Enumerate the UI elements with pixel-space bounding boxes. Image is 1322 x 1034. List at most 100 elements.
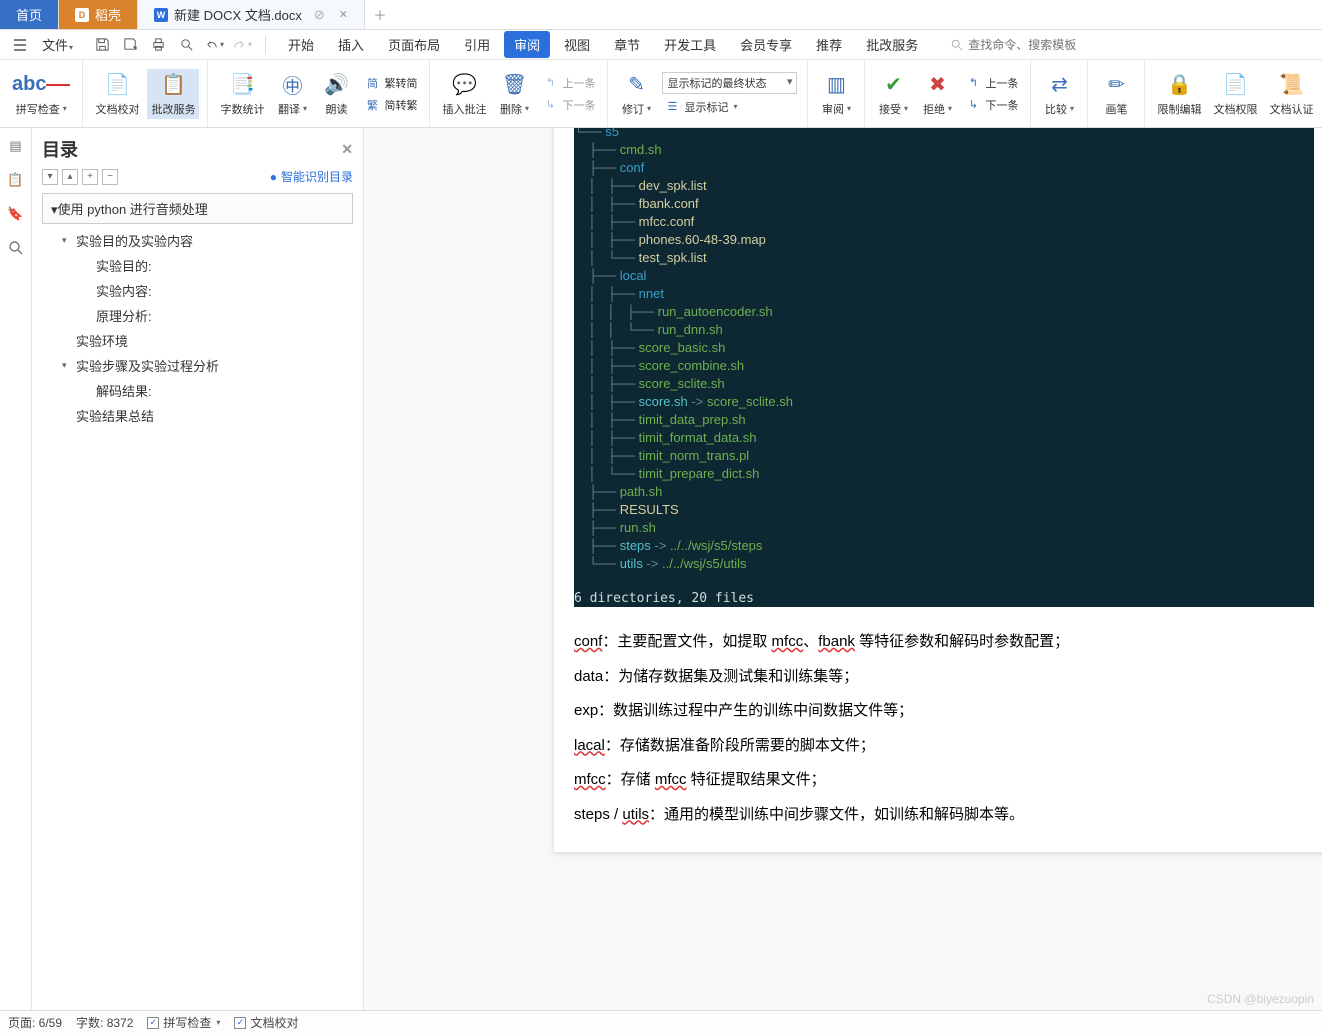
doc-cert-button[interactable]: 📜文档认证 <box>1265 69 1317 119</box>
toc-item[interactable]: 实验结果总结 <box>42 403 353 428</box>
prev-comment-button[interactable]: ↰上一条 <box>540 74 597 92</box>
search-input[interactable] <box>968 38 1108 52</box>
docperm-label: 文档权限 <box>1213 101 1257 117</box>
display-mode-combo[interactable]: 显示标记的最终状态 <box>662 72 797 94</box>
trad-to-simp-button[interactable]: 简繁转简 <box>362 74 419 92</box>
clipboard-icon[interactable]: 📋 <box>6 170 26 190</box>
delete-comment-button[interactable]: 🗑删除▾ <box>494 69 534 119</box>
toc-item[interactable]: 实验内容: <box>42 278 353 303</box>
tab-docu[interactable]: D稻壳 <box>59 0 138 29</box>
save-icon[interactable] <box>91 34 113 56</box>
restrict-edit-button[interactable]: 🔒限制编辑 <box>1153 69 1205 119</box>
prev-comment-label: 上一条 <box>562 75 595 91</box>
undo-icon[interactable]: ▾ <box>203 34 225 56</box>
compare-button[interactable]: ⇄比较▾ <box>1039 69 1079 119</box>
word-count[interactable]: 字数: 8372 <box>76 1014 133 1031</box>
translate-button[interactable]: ㊥翻译▾ <box>272 69 312 119</box>
ribbon-tab-10[interactable]: 批改服务 <box>856 31 928 58</box>
next-change-button[interactable]: ↳下一条 <box>963 96 1020 114</box>
save-as-icon[interactable] <box>119 34 141 56</box>
reject-button[interactable]: ✖拒绝▾ <box>917 69 957 119</box>
prev-change-button[interactable]: ↰上一条 <box>963 74 1020 92</box>
toc-item[interactable]: 原理分析: <box>42 303 353 328</box>
proofread-button[interactable]: 📄文档校对 <box>91 69 143 119</box>
smart-toc-button[interactable]: 智能识别目录 <box>270 168 353 185</box>
status-spell-check[interactable]: ✓拼写检查▾ <box>147 1014 220 1031</box>
toc-item[interactable]: 实验环境 <box>42 328 353 353</box>
search-panel-icon[interactable] <box>6 238 26 258</box>
redo-icon[interactable]: ▾ <box>231 34 253 56</box>
toc-item[interactable]: ▾实验目的及实验内容 <box>42 228 353 253</box>
read-label: 朗读 <box>325 101 347 117</box>
ribbon-tab-8[interactable]: 会员专享 <box>730 31 802 58</box>
toc-item[interactable]: 实验目的: <box>42 253 353 278</box>
correction-service-button[interactable]: 📋批改服务 <box>147 69 199 119</box>
toc-item[interactable]: ▾使用 python 进行音频处理 <box>42 193 353 224</box>
bookmark-icon[interactable]: 🔖 <box>6 204 26 224</box>
next-comment-button[interactable]: ↳下一条 <box>540 96 597 114</box>
add-heading-button[interactable]: + <box>82 169 98 185</box>
hamburger-icon[interactable] <box>8 33 32 57</box>
command-search[interactable] <box>950 38 1108 52</box>
ribbon-tab-5[interactable]: 视图 <box>554 31 600 58</box>
page-indicator[interactable]: 页面: 6/59 <box>8 1014 62 1031</box>
expand-all-button[interactable]: ▴ <box>62 169 78 185</box>
compare-label: 比较 <box>1045 101 1067 117</box>
toc-item[interactable]: ▾实验步骤及实验过程分析 <box>42 353 353 378</box>
simp-to-trad-button[interactable]: 繁简转繁 <box>362 96 419 114</box>
prev-comment-icon: ↰ <box>542 75 558 91</box>
tab-document-label: 新建 DOCX 文档.docx <box>174 5 302 24</box>
ink-button[interactable]: ✏画笔 <box>1096 69 1136 119</box>
trad-simp-label: 繁转简 <box>384 75 417 91</box>
t: mfcc <box>772 633 804 650</box>
status-proofread[interactable]: ✓文档校对 <box>234 1014 298 1031</box>
ribbon-tab-1[interactable]: 插入 <box>328 31 374 58</box>
delete-comment-icon: 🗑 <box>502 71 527 99</box>
left-icon-strip: ▤ 📋 🔖 <box>0 128 32 1010</box>
simp-trad-label: 简转繁 <box>384 97 417 113</box>
nav-title: 目录 <box>42 136 78 162</box>
read-aloud-button[interactable]: 🔊朗读 <box>316 69 356 119</box>
file-menu[interactable]: 文件▾ <box>34 35 81 54</box>
accept-button[interactable]: ✔接受▾ <box>873 69 913 119</box>
ribbon-tab-7[interactable]: 开发工具 <box>654 31 726 58</box>
close-icon[interactable]: ✕ <box>339 8 348 21</box>
tab-docu-label: 稻壳 <box>95 5 121 24</box>
print-preview-icon[interactable] <box>175 34 197 56</box>
new-tab-button[interactable]: ＋ <box>365 0 395 29</box>
track-changes-button[interactable]: ✎修订▾ <box>616 69 656 119</box>
toc-item-label: 实验内容: <box>96 281 152 300</box>
outline-icon[interactable]: ▤ <box>6 136 26 156</box>
show-markup-button[interactable]: ☰显示标记▾ <box>662 98 797 116</box>
ribbon-tab-4[interactable]: 审阅 <box>504 31 550 58</box>
document-canvas[interactable]: candymonster@candymonster ~/kaldi-trunk/… <box>364 128 1322 1010</box>
remove-heading-button[interactable]: − <box>102 169 118 185</box>
print-icon[interactable] <box>147 34 169 56</box>
track-label: 修订 <box>622 101 644 117</box>
nav-close-icon[interactable]: ✕ <box>341 141 353 158</box>
lock-icon: 🔒 <box>1167 71 1192 99</box>
quick-access-toolbar: ▾ ▾ <box>91 34 253 56</box>
ribbon-tab-2[interactable]: 页面布局 <box>378 31 450 58</box>
insert-comment-button[interactable]: 💬插入批注 <box>438 69 490 119</box>
accept-label: 接受 <box>879 101 901 117</box>
wordcount-button[interactable]: 📑字数统计 <box>216 69 268 119</box>
tab-document[interactable]: W 新建 DOCX 文档.docx ⊘ ✕ <box>138 0 365 29</box>
toc-list: ▾使用 python 进行音频处理 ▾实验目的及实验内容实验目的: 实验内容: 原理分… <box>42 193 353 428</box>
doc-permission-button[interactable]: 📄文档权限 <box>1209 69 1261 119</box>
trad-simp-icon: 简 <box>364 75 380 91</box>
toc-item[interactable]: 解码结果: <box>42 378 353 403</box>
ribbon-tab-6[interactable]: 章节 <box>604 31 650 58</box>
check-icon: ✓ <box>234 1017 246 1029</box>
collapse-all-button[interactable]: ▾ <box>42 169 58 185</box>
spell-check-button[interactable]: abc拼写检查▾ <box>8 69 74 119</box>
ribbon-tab-0[interactable]: 开始 <box>278 31 324 58</box>
toc-item-label: 使用 python 进行音频处理 <box>58 202 208 217</box>
ribbon-tab-9[interactable]: 推荐 <box>806 31 852 58</box>
ribbon-tab-3[interactable]: 引用 <box>454 31 500 58</box>
next-comment-label: 下一条 <box>562 97 595 113</box>
menubar: 文件▾ ▾ ▾ 开始插入页面布局引用审阅视图章节开发工具会员专享推荐批改服务 <box>0 30 1322 60</box>
toc-item-label: 实验环境 <box>76 331 128 350</box>
tab-home[interactable]: 首页 <box>0 0 59 29</box>
review-pane-button[interactable]: ▥审阅▾ <box>816 69 856 119</box>
